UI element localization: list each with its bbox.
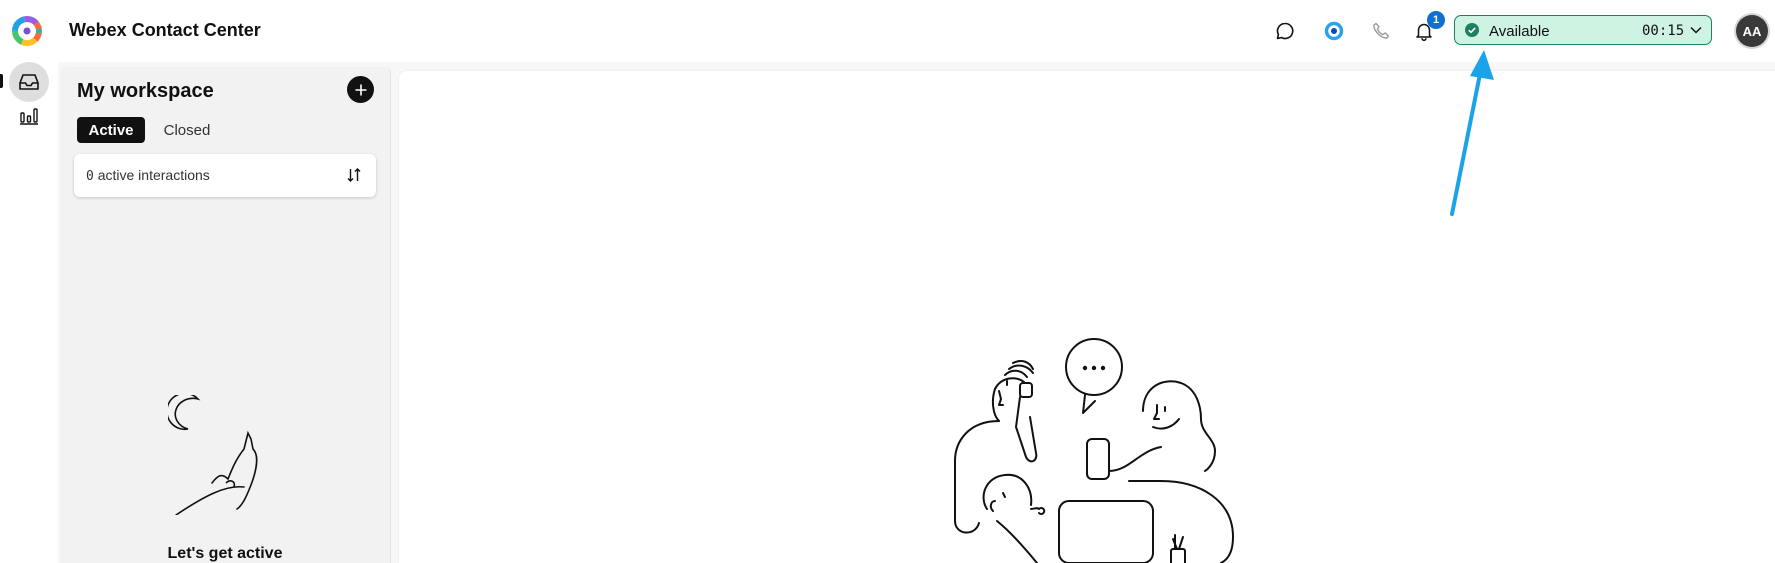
- people-chatting-illustration: [954, 338, 1234, 563]
- nav-rail: [0, 62, 58, 563]
- my-workspace-panel: My workspace Active Closed 0 active inte…: [60, 67, 391, 563]
- moon-wolf-illustration: [168, 395, 258, 515]
- tab-closed[interactable]: Closed: [153, 117, 221, 143]
- status-timer: 00:15: [1642, 23, 1685, 39]
- app-title: Webex Contact Center: [69, 20, 261, 40]
- nav-item-analytics[interactable]: [9, 96, 49, 136]
- webex-app-icon[interactable]: [1321, 18, 1347, 44]
- inbox-tray-icon: [19, 74, 39, 90]
- chat-bubble-icon[interactable]: [1272, 18, 1298, 44]
- phone-icon[interactable]: [1368, 18, 1394, 44]
- status-label: Available: [1489, 23, 1550, 40]
- plus-icon: [355, 84, 366, 95]
- interactions-summary-card: 0 active interactions: [74, 154, 376, 197]
- webex-contact-center-logo: [12, 16, 42, 46]
- chevron-down-icon: [1690, 26, 1702, 34]
- interactions-count: 0: [86, 169, 94, 184]
- sort-icon[interactable]: [345, 166, 363, 184]
- empty-state-title: Let's get active: [167, 545, 283, 562]
- main-content-area: [399, 71, 1775, 563]
- interactions-count-text: 0 active interactions: [86, 167, 210, 184]
- callout-arrow: [1450, 50, 1494, 216]
- bar-chart-icon: [20, 108, 38, 125]
- interactions-label: active interactions: [97, 167, 210, 183]
- workspace-title: My workspace: [77, 80, 214, 102]
- check-circle-icon: [1465, 23, 1479, 37]
- add-interaction-button[interactable]: [347, 76, 374, 103]
- top-bar: Webex Contact Center 1 Available 00:15 A…: [0, 0, 1775, 62]
- active-nav-marker: [0, 74, 3, 88]
- notification-count-badge: 1: [1427, 11, 1445, 29]
- tab-active[interactable]: Active: [77, 117, 145, 143]
- user-avatar[interactable]: AA: [1736, 15, 1768, 47]
